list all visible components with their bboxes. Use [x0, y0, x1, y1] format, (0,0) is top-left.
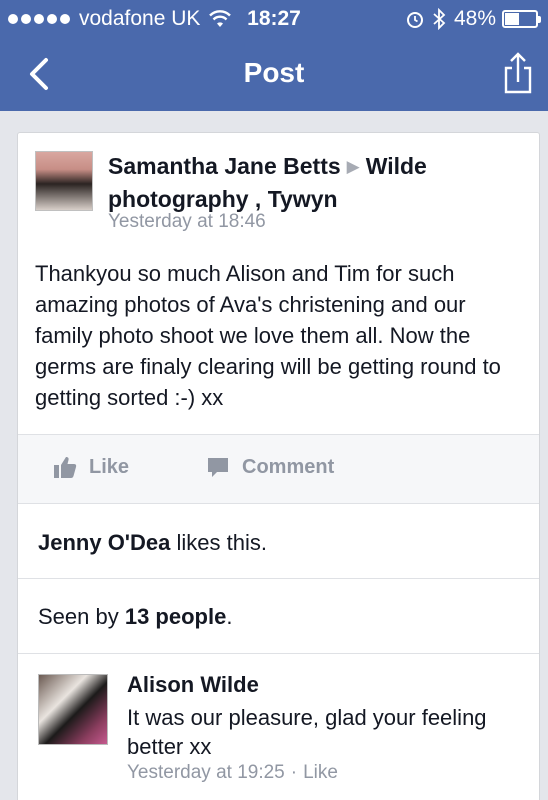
- speech-bubble-icon: [208, 458, 228, 477]
- seen-summary[interactable]: Seen by 13 people.: [38, 604, 232, 630]
- seen-suffix: .: [226, 604, 233, 629]
- battery-icon: [502, 10, 541, 28]
- author-name[interactable]: Samantha Jane Betts: [108, 153, 341, 179]
- nav-bar: Post: [0, 38, 548, 111]
- comment-meta: Yesterday at 19:25 · Like: [127, 762, 338, 784]
- battery-fill: [505, 13, 519, 25]
- comment-timestamp[interactable]: Yesterday at 19:25: [127, 762, 285, 784]
- like-button[interactable]: Like: [53, 455, 129, 479]
- share-icon[interactable]: [500, 48, 536, 98]
- meta-separator: ·: [290, 762, 298, 783]
- seen-prefix: Seen by: [38, 604, 125, 629]
- divider: [18, 578, 539, 579]
- divider: [18, 503, 539, 504]
- liker-name[interactable]: Jenny O'Dea: [38, 530, 170, 555]
- status-right: 48%: [406, 7, 541, 31]
- status-bar: vodafone UK 18:27 48%: [0, 0, 548, 38]
- comment-author[interactable]: Alison Wilde: [127, 672, 259, 698]
- comment-like-button[interactable]: Like: [303, 762, 338, 784]
- alarm-icon: [406, 12, 423, 28]
- thumbs-up-icon: [54, 457, 77, 478]
- likes-suffix: likes this.: [170, 530, 267, 555]
- arrow-right-icon: ▶: [346, 157, 360, 176]
- post-timestamp[interactable]: Yesterday at 18:46: [108, 211, 266, 233]
- battery-percent: 48%: [453, 7, 496, 30]
- post-header: Samantha Jane Betts ▶ Wilde photography , …: [108, 151, 518, 214]
- divider: [18, 653, 539, 654]
- post-actions: Like Comment: [18, 435, 539, 503]
- bluetooth-icon: [433, 8, 446, 30]
- like-label: Like: [89, 455, 130, 478]
- comment-button[interactable]: Comment: [206, 455, 334, 479]
- post-card: Samantha Jane Betts ▶ Wilde photography , …: [17, 132, 540, 800]
- page-title: Post: [243, 57, 305, 88]
- seen-count: 13 people: [124, 604, 227, 629]
- author-avatar[interactable]: [35, 151, 93, 211]
- comment-label: Comment: [242, 455, 335, 478]
- comment-text: It was our pleasure, glad your feeling b…: [127, 705, 487, 759]
- commenter-avatar[interactable]: [38, 674, 108, 745]
- post-body: Thankyou so much Alison and Tim for such…: [35, 261, 501, 410]
- app-header: vodafone UK 18:27 48% Post: [0, 0, 548, 111]
- likes-summary[interactable]: Jenny O'Dea likes this.: [38, 530, 267, 556]
